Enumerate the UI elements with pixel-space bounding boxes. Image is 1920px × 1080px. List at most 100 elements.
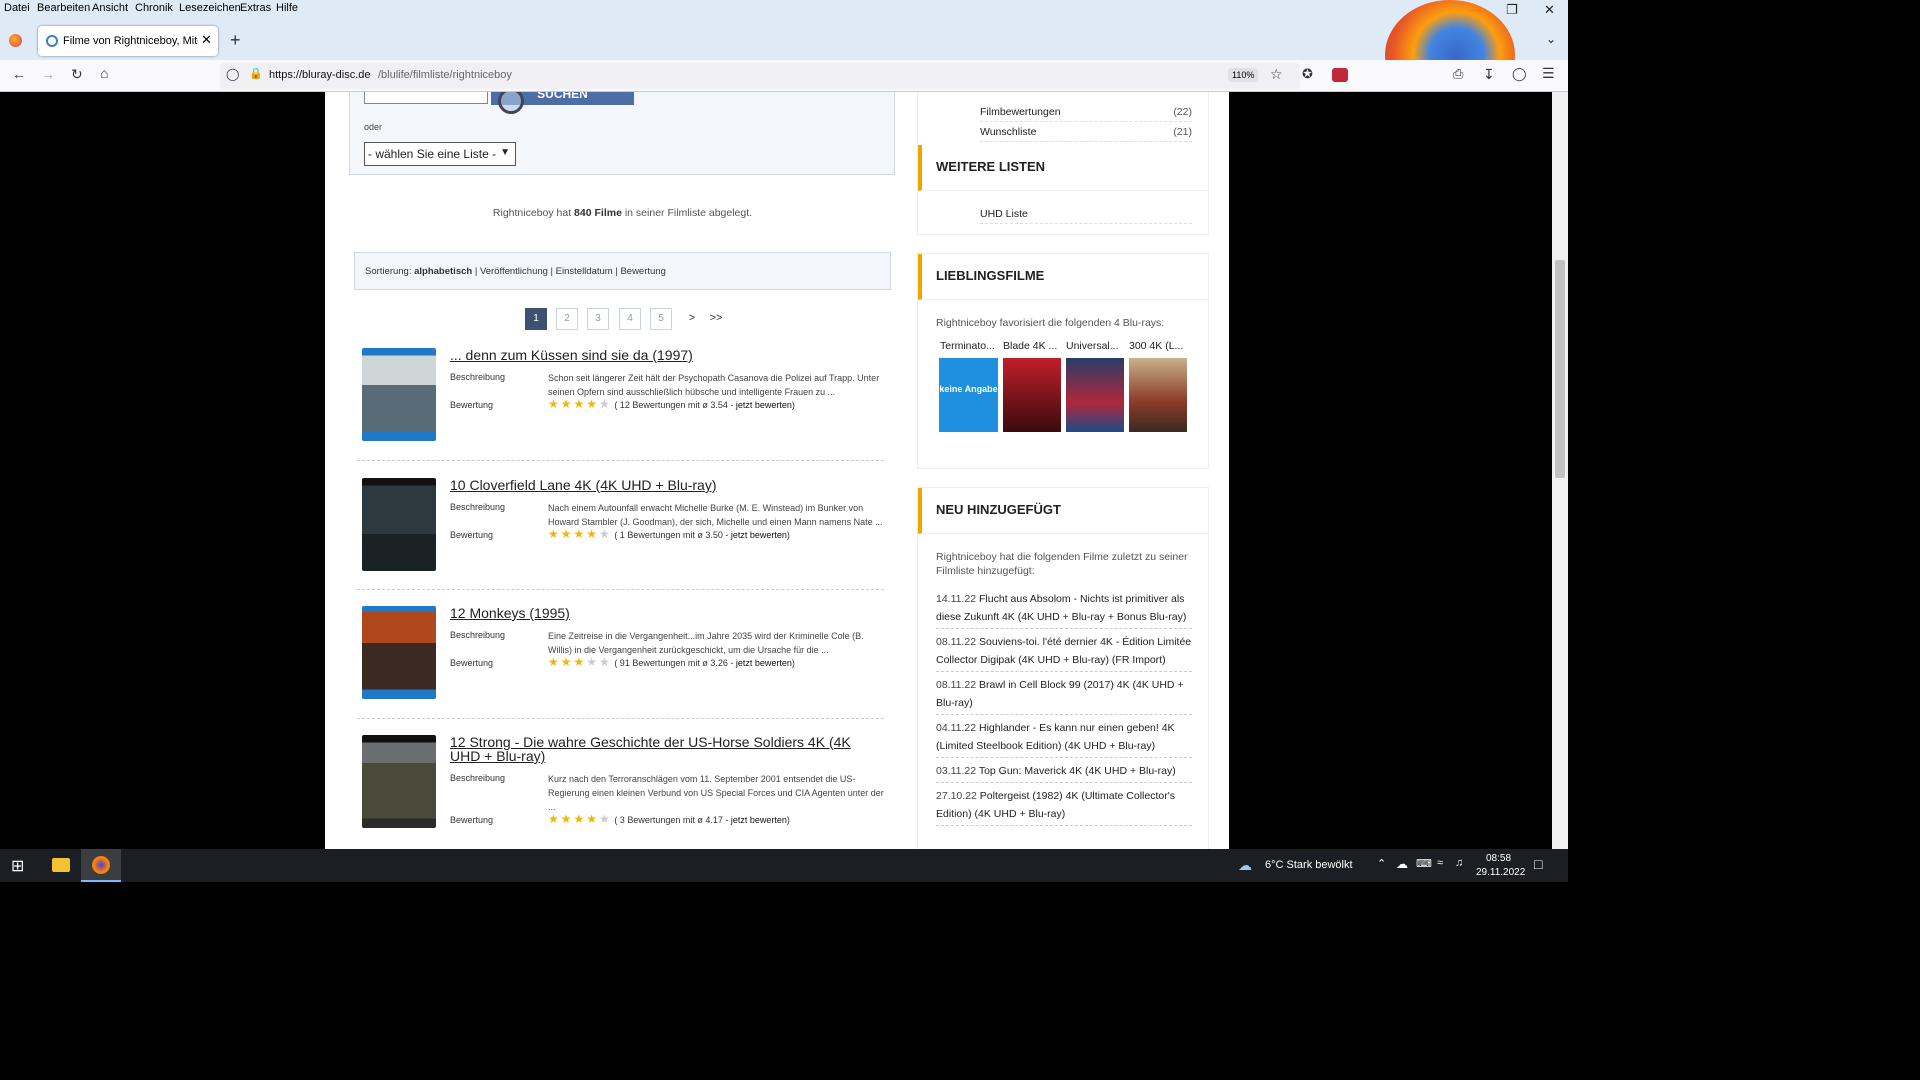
close-window-icon[interactable]: ✕ — [1544, 2, 1555, 18]
extensions-icon[interactable]: ✪ — [1302, 66, 1313, 82]
menu-chronik[interactable]: Chronik — [135, 2, 173, 14]
fav-title[interactable]: Blade 4K ... — [1003, 340, 1061, 352]
menu-hilfe[interactable]: Hilfe — [276, 2, 298, 14]
link-uhd-liste[interactable]: UHD Liste — [980, 208, 1192, 224]
file-explorer-icon[interactable] — [52, 858, 70, 872]
page-2[interactable]: 2 — [556, 308, 578, 330]
film-cover[interactable] — [362, 606, 436, 699]
fav-title[interactable]: Terminato... — [940, 340, 998, 352]
tab-active[interactable]: Filme von Rightniceboy, Mitglie ✕ — [38, 26, 218, 56]
back-icon[interactable]: ← — [12, 66, 26, 82]
magnifier-icon — [498, 92, 524, 114]
list-item[interactable]: 27.10.22 Poltergeist (1982) 4K (Ultimate… — [936, 783, 1192, 826]
onedrive-icon[interactable]: ☁ — [1396, 857, 1408, 871]
list-item[interactable]: 08.11.22 Brawl in Cell Block 99 (2017) 4… — [936, 672, 1192, 715]
rate-now-link[interactable]: jetzt bewerten — [736, 658, 792, 668]
list-tabs-icon[interactable]: ⌄ — [1546, 32, 1556, 46]
print-icon[interactable]: ⎙ — [1453, 66, 1463, 82]
rating-label: Bewertung — [450, 658, 494, 668]
sort-bewertung[interactable]: Bewertung — [620, 266, 665, 277]
page-1[interactable]: 1 — [525, 308, 547, 330]
windows-start-icon[interactable]: ⊞ — [11, 856, 24, 876]
film-cover[interactable] — [362, 478, 436, 571]
adblock-icon[interactable] — [1332, 68, 1348, 82]
fav-cover[interactable] — [1066, 358, 1124, 432]
page-3[interactable]: 3 — [587, 308, 609, 330]
search-input[interactable] — [364, 92, 488, 104]
keyboard-icon[interactable]: ⌨ — [1416, 857, 1432, 870]
tab-close-icon[interactable]: ✕ — [201, 32, 212, 48]
search-button-label: SUCHEN — [537, 92, 588, 101]
menu-ansicht[interactable]: Ansicht — [92, 2, 128, 14]
home-icon[interactable]: ⌂ — [100, 65, 108, 81]
list-item[interactable]: 03.11.22 Top Gun: Maverick 4K (4K UHD + … — [936, 758, 1192, 783]
link-wunschliste[interactable]: Wunschliste (21) — [980, 126, 1192, 142]
menu-extras[interactable]: Extras — [240, 2, 271, 14]
list-item[interactable]: 08.11.22 Souviens-toi. l'été dernier 4K … — [936, 629, 1192, 672]
notifications-icon[interactable]: □ — [1534, 856, 1542, 872]
page-4[interactable]: 4 — [619, 308, 641, 330]
rate-now-link[interactable]: jetzt bewerten — [736, 400, 792, 410]
fav-cover[interactable] — [1003, 358, 1061, 432]
film-title[interactable]: ... denn zum Küssen sind sie da (1997) — [450, 348, 860, 362]
link-label: Filmbewertungen — [980, 106, 1061, 118]
film-title[interactable]: 12 Monkeys (1995) — [450, 606, 860, 620]
scrollbar-thumb[interactable] — [1555, 260, 1565, 478]
taskbar-firefox[interactable] — [81, 849, 121, 882]
firefox-view-icon[interactable] — [9, 34, 22, 47]
page-next[interactable]: > — [681, 308, 703, 330]
rating-text: ( 3 Bewertungen mit ø 4.17 - — [614, 815, 729, 825]
shield-icon[interactable]: ◯ — [226, 67, 239, 81]
weather-text[interactable]: 6°C Stark bewölkt — [1265, 859, 1353, 871]
fav-title[interactable]: Universal... — [1066, 340, 1124, 352]
page-5[interactable]: 5 — [650, 308, 672, 330]
sort-alphabetisch[interactable]: alphabetisch — [414, 266, 472, 277]
film-rating: ★★★★★ ( 91 Bewertungen mit ø 3.26 - jetz… — [548, 655, 795, 669]
list-item[interactable]: 04.11.22 Highlander - Es kann nur einen … — [936, 715, 1192, 758]
app-menu-icon[interactable]: ☰ — [1542, 65, 1555, 82]
sort-veroeffentlichung[interactable]: Veröffentlichung — [480, 266, 548, 277]
clock-date[interactable]: 29.11.2022 — [1476, 867, 1525, 878]
volume-icon[interactable]: ♫ — [1455, 857, 1463, 869]
menu-lesezeichen[interactable]: Lesezeichen — [179, 2, 241, 14]
rating-stars[interactable]: ★★★★★ — [548, 655, 612, 669]
reload-icon[interactable]: ↻ — [71, 66, 83, 83]
film-cover[interactable] — [362, 348, 436, 441]
film-title[interactable]: 10 Cloverfield Lane 4K (4K UHD + Blu-ray… — [450, 478, 860, 492]
fav-cover[interactable]: keine Angabe — [939, 358, 998, 432]
page-last[interactable]: >> — [705, 308, 727, 330]
fav-title[interactable]: 300 4K (L... — [1129, 340, 1189, 352]
summary-count: 840 Filme — [574, 207, 622, 219]
menu-bearbeiten[interactable]: Bearbeiten — [37, 2, 90, 14]
link-filmbewertungen[interactable]: Filmbewertungen (22) — [980, 106, 1192, 122]
maximize-icon[interactable]: ❐ — [1506, 2, 1518, 18]
rate-now-link[interactable]: jetzt bewerten — [731, 815, 787, 825]
film-cover[interactable] — [362, 735, 436, 828]
zoom-level[interactable]: 110% — [1228, 68, 1259, 82]
film-title[interactable]: 12 Strong - Die wahre Geschichte der US-… — [450, 735, 860, 763]
neu-hinzugefuegt-heading: NEU HINZUGEFÜGT — [918, 488, 1208, 534]
menu-datei[interactable]: Datei — [4, 2, 30, 14]
scrollbar[interactable] — [1552, 92, 1568, 849]
bookmark-star-icon[interactable]: ☆ — [1270, 66, 1283, 83]
weather-icon[interactable]: ☁ — [1238, 857, 1252, 874]
tray-chevron-icon[interactable]: ⌃ — [1377, 857, 1386, 870]
fav-cover[interactable] — [1129, 358, 1187, 432]
sort-einstelldatum[interactable]: Einstelldatum — [556, 266, 613, 277]
rating-stars[interactable]: ★★★★★ — [548, 812, 612, 826]
download-icon[interactable]: ↧ — [1483, 66, 1495, 83]
rating-stars[interactable]: ★★★★★ — [548, 527, 612, 541]
list-select[interactable]: - wählen Sie eine Liste - ▼ — [364, 142, 516, 166]
pocket-icon[interactable]: ◯ — [1512, 66, 1527, 82]
rating-stars[interactable]: ★★★★★ — [548, 397, 612, 411]
clock-time[interactable]: 08:58 — [1486, 853, 1511, 864]
forward-icon[interactable]: → — [41, 66, 55, 82]
rating-text: ( 91 Bewertungen mit ø 3.26 - — [614, 658, 734, 668]
lock-icon[interactable]: 🔒 — [249, 67, 263, 80]
url-bar[interactable]: ◯ 🔒 https://bluray-disc.de /blulife/film… — [220, 63, 1300, 89]
list-item[interactable]: 14.11.22 Flucht aus Absolom - Nichts ist… — [936, 586, 1192, 629]
new-tab-icon[interactable]: + — [230, 30, 241, 51]
film-rating: ★★★★★ ( 12 Bewertungen mit ø 3.54 - jetz… — [548, 397, 795, 411]
rate-now-link[interactable]: jetzt bewerten — [731, 530, 787, 540]
network-icon[interactable]: ≈ — [1437, 857, 1443, 869]
